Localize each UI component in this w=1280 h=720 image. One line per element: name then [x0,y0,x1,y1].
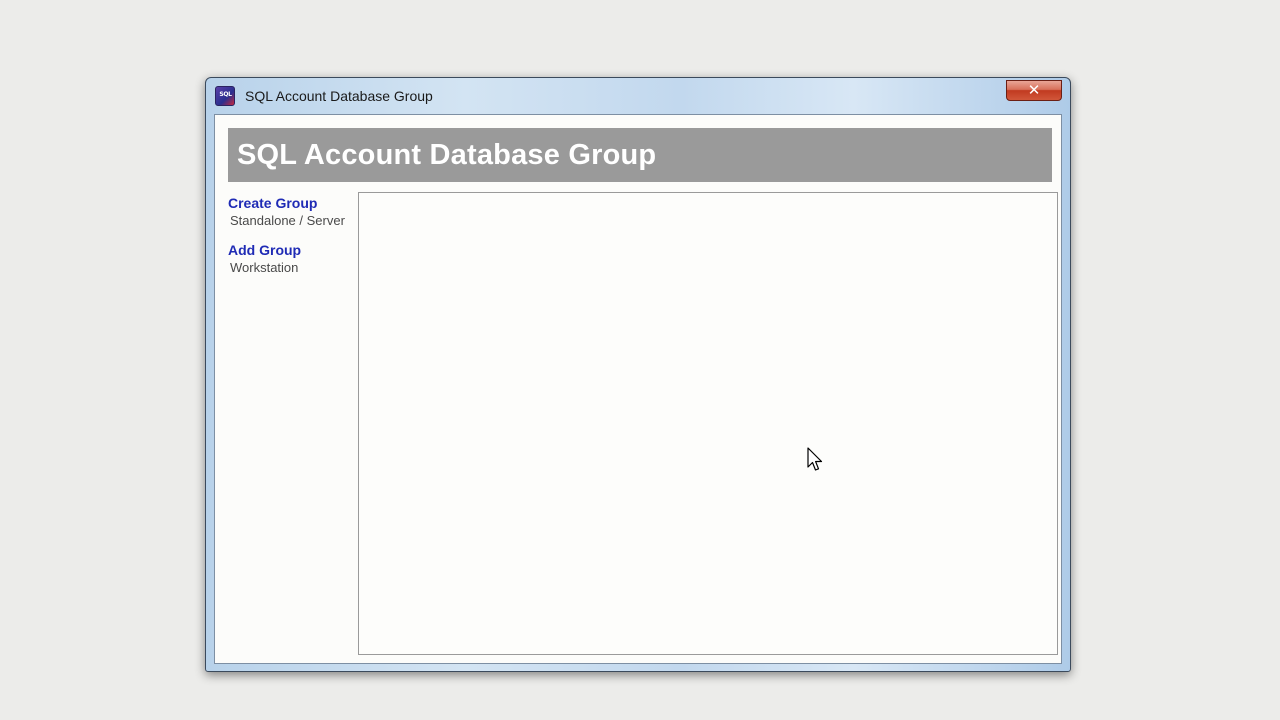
window-title: SQL Account Database Group [245,88,433,104]
content-panel [358,192,1058,655]
page-title: SQL Account Database Group [237,139,657,171]
app-window: SQL SQL Account Database Group ✕ SQL Acc… [205,77,1071,672]
sidebar-item-create-group[interactable]: Create Group Standalone / Server [228,195,356,230]
header-banner: SQL Account Database Group [228,128,1052,182]
create-group-link[interactable]: Create Group [228,195,356,212]
close-icon: ✕ [1027,81,1041,99]
sidebar-item-add-group[interactable]: Add Group Workstation [228,242,356,277]
sql-account-app-icon[interactable]: SQL [215,86,235,106]
title-bar[interactable]: SQL SQL Account Database Group ✕ [206,78,1070,114]
client-area: SQL Account Database Group Create Group … [214,114,1062,664]
sidebar: Create Group Standalone / Server Add Gro… [228,195,356,395]
create-group-description: Standalone / Server [230,213,345,228]
mouse-pointer-icon [807,447,823,471]
app-icon-text: SQL [219,91,232,98]
add-group-link[interactable]: Add Group [228,242,356,259]
close-button[interactable]: ✕ [1006,80,1062,101]
add-group-description: Workstation [230,260,299,275]
desktop: SQL SQL Account Database Group ✕ SQL Acc… [0,0,1280,720]
